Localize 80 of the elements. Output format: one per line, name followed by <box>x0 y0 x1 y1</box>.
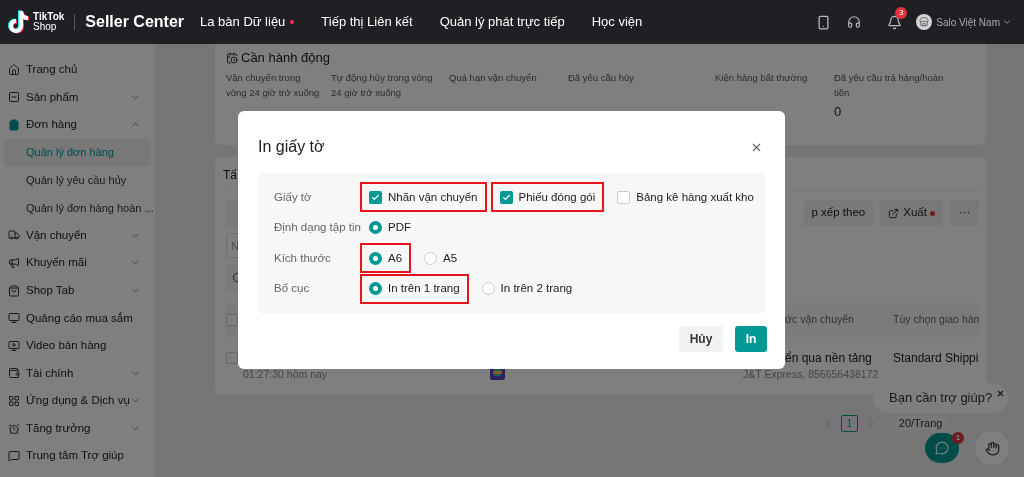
check-icon <box>501 192 511 202</box>
sidebar-item[interactable]: Trang chủ <box>4 56 151 84</box>
checkbox-option[interactable]: Nhãn vận chuyển <box>360 182 487 213</box>
radio-option[interactable]: In trên 2 trang <box>472 273 582 304</box>
export-button[interactable]: Xuất <box>880 200 943 226</box>
column-header: ức vận chuyển <box>785 312 855 328</box>
sidebar-item[interactable]: Tài chính <box>4 359 151 388</box>
notification-icon[interactable] <box>887 14 903 30</box>
hand-icon <box>984 440 1000 456</box>
chat-icon <box>935 441 949 455</box>
sidebar-item[interactable]: Quảng cáo mua sắm <box>4 304 151 332</box>
print-button[interactable]: In <box>735 326 767 352</box>
sidebar-subitem[interactable]: Quản lý yêu cầu hủy <box>4 166 151 194</box>
radio-button[interactable] <box>481 282 495 296</box>
close-icon[interactable] <box>996 389 1005 398</box>
chevron-down-icon[interactable] <box>1002 17 1012 27</box>
more-button[interactable]: ··· <box>949 200 980 226</box>
radio-button[interactable] <box>369 221 382 235</box>
checkbox[interactable] <box>226 314 238 326</box>
sidebar-item[interactable]: Tăng trưởng <box>4 414 151 443</box>
radio-button[interactable] <box>424 251 438 265</box>
sidebar-item[interactable]: Ứng dụng & Dịch vụ <box>4 387 151 415</box>
nav-link[interactable]: Tiếp thị Liên kết <box>321 12 413 32</box>
cancel-button[interactable]: Hủy <box>679 326 723 352</box>
tiktok-logo-icon <box>8 10 30 34</box>
sidebar-item[interactable]: Trung tâm Trợ giúp <box>4 442 151 470</box>
radio-option[interactable]: In trên 1 trang <box>360 273 469 304</box>
stat-label: Tự động hủy trong vòng 24 giờ trở xuống <box>331 71 434 100</box>
nav-link[interactable]: Quản lý phát trực tiếp <box>439 12 565 32</box>
stat-label: Đã yêu cầu trả hàng/hoàn tiền <box>834 71 945 100</box>
sidebar-item[interactable]: Shop Tab <box>4 276 151 305</box>
help-bubble[interactable]: Bạn cần trợ giúp? <box>873 383 1009 413</box>
stat-label: Quá hạn vận chuyển <box>449 71 538 85</box>
notification-count: 3 <box>895 6 908 19</box>
checkbox[interactable] <box>499 190 513 204</box>
dialog-title: In giấy tờ <box>258 137 325 157</box>
table-cell-text: Standard Shippi <box>893 350 980 367</box>
checkbox[interactable] <box>617 190 631 204</box>
sort-button[interactable]: p xếp theo <box>803 200 874 226</box>
field-label: Giấy tờ <box>274 189 313 205</box>
checkbox-option[interactable]: Bảng kê hàng xuất kho <box>608 182 763 213</box>
headset-icon[interactable] <box>847 15 862 29</box>
store-icon <box>919 17 930 27</box>
avatar[interactable] <box>916 14 933 30</box>
nav-link[interactable]: La bàn Dữ liệu <box>200 12 295 32</box>
stat-value: 0 <box>834 103 843 121</box>
sidebar-item[interactable]: Video bán hàng <box>4 331 151 360</box>
field-label: Bố cục <box>274 281 311 297</box>
radio-button[interactable] <box>369 251 382 265</box>
account-name[interactable]: Salo Việt Nam <box>936 14 1000 30</box>
radio-option[interactable]: PDF <box>360 212 420 243</box>
phone-icon[interactable] <box>816 14 832 30</box>
field-label: Định dạng tập tin <box>274 220 360 236</box>
tracking-info: J&T Express, 856656438172 <box>743 367 879 382</box>
column-header: Tùy chọn giao hàn <box>893 312 980 328</box>
checkbox[interactable] <box>369 190 382 204</box>
sidebar-item[interactable]: Vận chuyển <box>4 221 151 250</box>
logo-text: TikTok <box>33 12 65 22</box>
table-cell-text: ển qua nền tảng <box>785 350 873 367</box>
stat-label: Vận chuyển trong vòng 24 giờ trở xuống <box>226 71 321 100</box>
sidebar-subitem[interactable]: Quản lý đơn hàng hoàn ... <box>4 193 151 222</box>
logo-subtext: Shop <box>33 22 58 32</box>
sidebar-item[interactable]: Sản phẩm <box>4 83 151 112</box>
stat-label: Đã yêu cầu hủy <box>568 71 635 85</box>
app-title: Seller Center <box>85 12 185 32</box>
card-title: Tấ <box>223 167 237 184</box>
radio-option[interactable]: A5 <box>415 243 467 274</box>
field-label: Kích thước <box>274 250 332 266</box>
nav-link[interactable]: Học viện <box>591 12 643 32</box>
sidebar-item[interactable]: Khuyến mãi <box>4 249 151 277</box>
check-icon <box>371 192 380 202</box>
stat-label: Kiện hàng bất thường <box>715 71 809 85</box>
sidebar-item[interactable]: Đơn hàng <box>4 111 151 139</box>
checkbox[interactable] <box>226 352 238 364</box>
calendar-icon <box>226 52 238 64</box>
radio-button[interactable] <box>369 282 382 296</box>
checkbox-option[interactable]: Phiếu đóng gói <box>490 182 605 213</box>
radio-option[interactable]: A6 <box>360 243 412 274</box>
export-icon <box>888 207 900 219</box>
card-title: Cần hành động <box>241 49 330 68</box>
